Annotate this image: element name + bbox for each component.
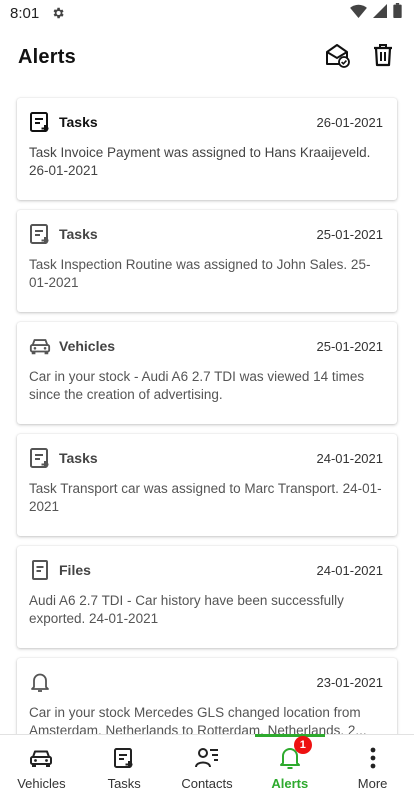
alert-message: Task Inspection Routine was assigned to … — [29, 257, 371, 290]
mark-all-read-button[interactable] — [324, 42, 350, 73]
signal-icon — [373, 3, 387, 23]
task-add-icon — [29, 447, 51, 469]
alert-card[interactable]: Tasks 26-01-2021 Task Invoice Payment wa… — [17, 98, 397, 200]
alert-message: Car in your stock - Audi A6 2.7 TDI was … — [29, 369, 365, 402]
alert-category: Vehicles — [59, 338, 116, 354]
nav-item-alerts[interactable]: 1 Alerts — [248, 734, 331, 800]
alert-category: Files — [59, 562, 91, 578]
car-icon — [28, 745, 54, 771]
alert-category: Tasks — [59, 114, 98, 130]
alert-card[interactable]: Tasks 24-01-2021 Task Transport car was … — [17, 434, 397, 536]
task-add-icon — [111, 745, 137, 771]
alert-message: Task Invoice Payment was assigned to Han… — [29, 145, 371, 178]
nav-item-contacts[interactable]: Contacts — [166, 735, 249, 800]
notification-badge: 1 — [293, 735, 312, 754]
trash-icon — [372, 43, 394, 72]
nav-label: Contacts — [181, 775, 233, 791]
bell-icon — [29, 671, 51, 693]
task-add-icon — [29, 223, 51, 245]
contacts-icon — [194, 745, 220, 771]
mail-read-icon — [324, 42, 350, 73]
active-indicator — [254, 734, 325, 737]
alert-card[interactable]: Files 24-01-2021 Audi A6 2.7 TDI - Car h… — [17, 546, 397, 648]
nav-label: More — [357, 775, 388, 791]
nav-item-vehicles[interactable]: Vehicles — [0, 735, 83, 800]
alert-date: 24-01-2021 — [316, 562, 384, 578]
alert-message: Task Transport car was assigned to Marc … — [29, 481, 382, 514]
alert-date: 25-01-2021 — [316, 338, 384, 354]
car-icon — [29, 335, 51, 357]
status-time: 8:01 — [10, 4, 40, 22]
nav-item-more[interactable]: More — [331, 735, 414, 800]
alert-card[interactable]: 23-01-2021 Car in your stock Mercedes GL… — [17, 658, 397, 734]
nav-label: Vehicles — [17, 775, 66, 791]
alert-date: 26-01-2021 — [316, 114, 384, 130]
task-add-icon — [29, 111, 51, 133]
alert-message: Audi A6 2.7 TDI - Car history have been … — [29, 593, 344, 626]
alert-category: Tasks — [59, 226, 98, 242]
wifi-icon — [350, 4, 367, 23]
nav-label: Tasks — [107, 775, 141, 791]
bottom-nav: Vehicles Tasks Contacts 1 Alerts More — [0, 734, 414, 800]
alert-card[interactable]: Vehicles 25-01-2021 Car in your stock - … — [17, 322, 397, 424]
settings-gear-icon — [51, 6, 65, 20]
alert-message: Car in your stock Mercedes GLS changed l… — [29, 705, 367, 734]
app-header: Alerts — [0, 26, 414, 88]
alert-date: 25-01-2021 — [316, 226, 384, 242]
alert-category: Tasks — [59, 450, 98, 466]
delete-all-button[interactable] — [370, 43, 396, 72]
page-title: Alerts — [18, 45, 76, 68]
nav-item-tasks[interactable]: Tasks — [83, 735, 166, 800]
alert-date: 24-01-2021 — [316, 450, 384, 466]
alert-list[interactable]: Tasks 26-01-2021 Task Invoice Payment wa… — [0, 88, 414, 734]
bell-icon: 1 — [277, 735, 312, 771]
file-icon — [29, 559, 51, 581]
nav-label: Alerts — [271, 775, 309, 791]
alert-date: 23-01-2021 — [316, 674, 384, 690]
alert-card[interactable]: Tasks 25-01-2021 Task Inspection Routine… — [17, 210, 397, 312]
status-bar: 8:01 — [0, 0, 414, 26]
battery-icon — [393, 3, 402, 23]
more-vertical-icon — [360, 745, 386, 771]
